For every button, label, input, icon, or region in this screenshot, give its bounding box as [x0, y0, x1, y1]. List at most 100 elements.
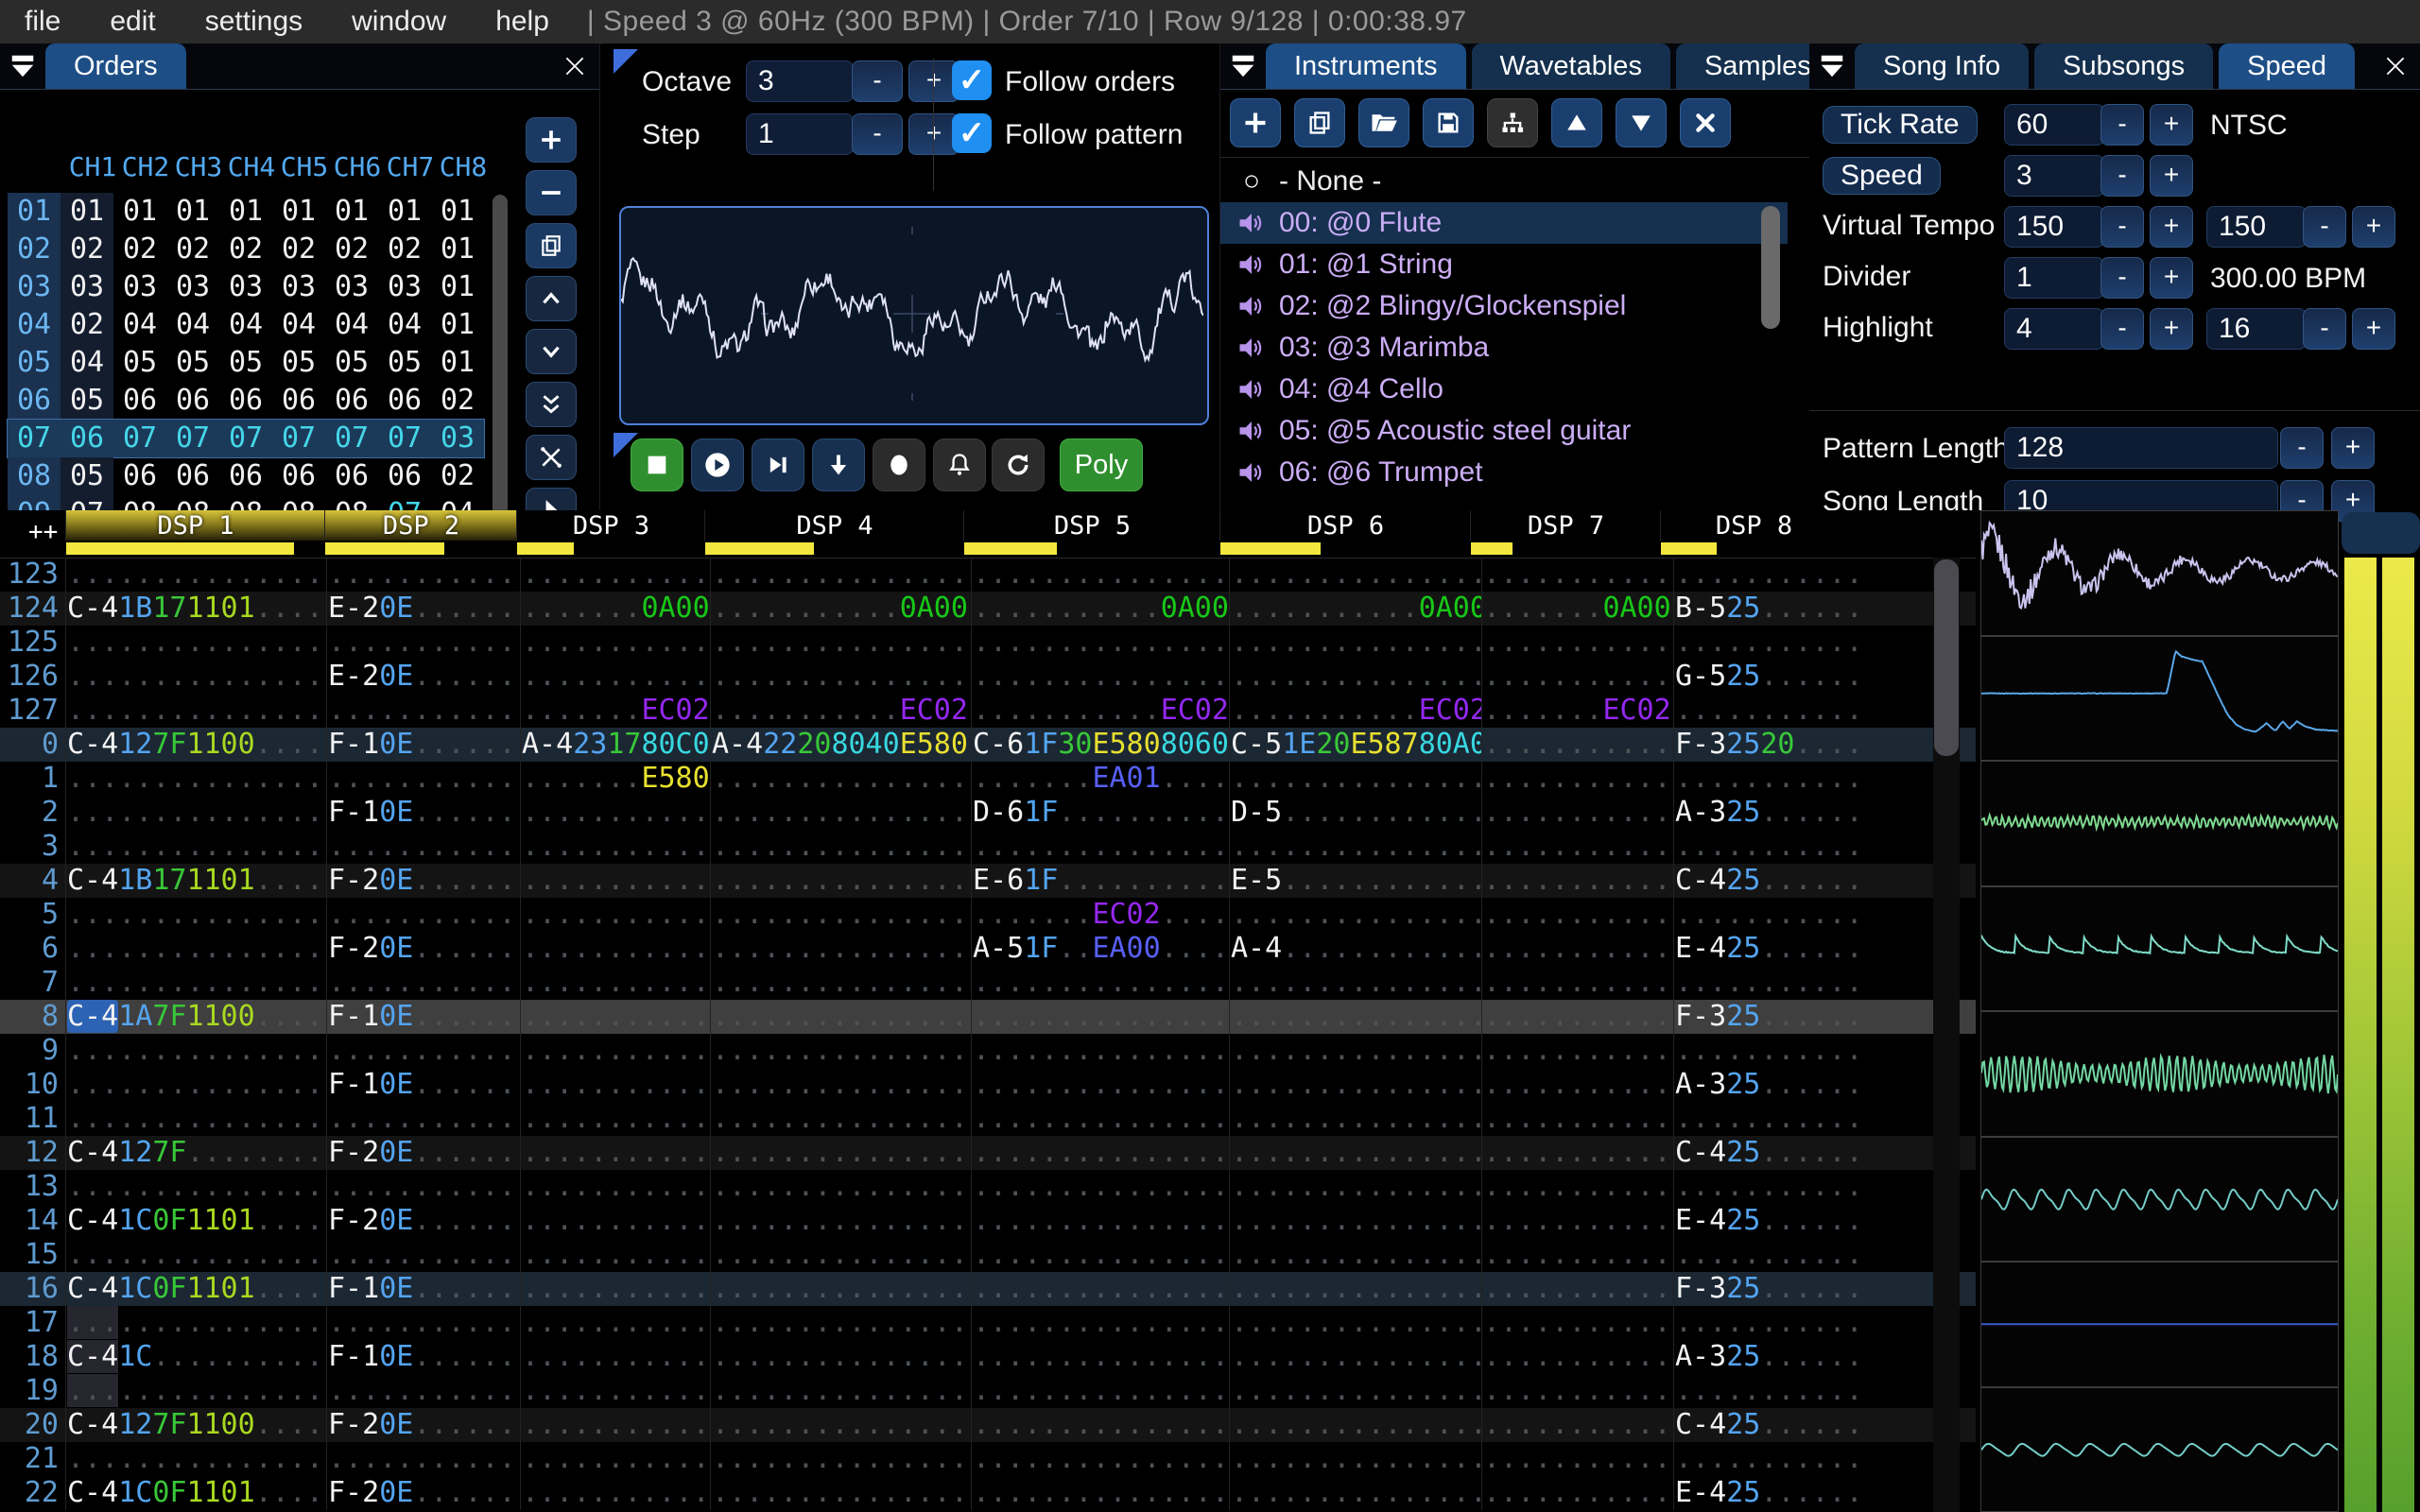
pattern-cell[interactable]: ...........	[520, 1136, 710, 1170]
metronome-bell-icon[interactable]	[933, 438, 986, 491]
divider-minus-button[interactable]: -	[2100, 257, 2144, 299]
pattern-cell[interactable]: C-4127F........	[65, 1136, 326, 1170]
pattern-cell[interactable]: ...............	[710, 1102, 971, 1136]
order-cell[interactable]: 07	[378, 420, 431, 457]
channel-header[interactable]: DSP 2	[324, 510, 517, 541]
pattern-cell[interactable]: C-41B171101....	[65, 864, 326, 898]
pattern-row[interactable]: 20 C-4127F1100.... F-20E..................…	[0, 1408, 1976, 1442]
pattern-row[interactable]: 127.......................... .......EC02…	[0, 694, 1976, 728]
pattern-cell[interactable]: ...............	[971, 1068, 1229, 1102]
virtual-tempo-den-plus-button[interactable]: +	[2352, 206, 2395, 248]
pattern-row[interactable]: 15......................................…	[0, 1238, 1976, 1272]
pattern-row[interactable]: 14 C-41C0F1101.... F-20E..................…	[0, 1204, 1976, 1238]
channel-header[interactable]: DSP 7	[1470, 510, 1661, 541]
pattern-cell[interactable]: ...............	[710, 1306, 971, 1340]
pattern-cell[interactable]: ...........	[520, 1034, 710, 1068]
order-cell[interactable]: 05	[219, 344, 272, 382]
order-change-mode-icon[interactable]	[526, 435, 577, 480]
window-menu-icon[interactable]	[1809, 43, 1855, 89]
order-cell[interactable]: 03	[60, 268, 113, 306]
order-cell[interactable]: 02	[431, 382, 484, 420]
pattern-cell[interactable]: ...............	[971, 1238, 1229, 1272]
octave-value[interactable]: 3	[746, 60, 854, 102]
stop-button[interactable]	[631, 438, 683, 491]
divider-plus-button[interactable]: +	[2150, 257, 2193, 299]
pattern-cell[interactable]: ...........	[1481, 1374, 1673, 1408]
pattern-length-minus-button[interactable]: -	[2280, 427, 2324, 469]
menu-window[interactable]: window	[327, 6, 471, 38]
pattern-cell[interactable]: ...........	[1481, 762, 1673, 796]
pattern-cell[interactable]: ...........	[1481, 558, 1673, 592]
order-cell[interactable]: 02	[166, 231, 219, 268]
pattern-cell[interactable]: ...........	[326, 1102, 520, 1136]
order-cell[interactable]: 03	[219, 268, 272, 306]
order-cell[interactable]: 05	[60, 457, 113, 495]
pattern-cell[interactable]: ...........	[326, 762, 520, 796]
pattern-cell[interactable]: ...............	[710, 932, 971, 966]
order-cell[interactable]: 06	[219, 457, 272, 495]
order-duplicate-end-button[interactable]	[526, 382, 577, 427]
pattern-cell[interactable]: .......0A00	[1481, 592, 1673, 626]
channel-header[interactable]: DSP 4	[704, 510, 964, 541]
highlight-second-plus-button[interactable]: +	[2352, 308, 2395, 350]
order-cell[interactable]: 02	[60, 306, 113, 344]
pattern-cell[interactable]: ...........	[326, 558, 520, 592]
pattern-cell[interactable]: ...............	[710, 1136, 971, 1170]
pattern-cell[interactable]: ...........	[520, 1374, 710, 1408]
pattern-cell[interactable]: A-4231780C0	[520, 728, 710, 762]
channel-header[interactable]: DSP 5	[963, 510, 1220, 541]
pattern-cell[interactable]: ...........	[1673, 626, 1861, 660]
pattern-cell[interactable]: ...........	[520, 796, 710, 830]
order-cell[interactable]: 05	[378, 344, 431, 382]
channel-header[interactable]: DSP 8	[1660, 510, 1847, 541]
orders-scrollbar[interactable]	[493, 195, 508, 522]
pattern-cell[interactable]: ...........	[326, 626, 520, 660]
pattern-cell[interactable]: ...............	[971, 1476, 1229, 1510]
order-row-number[interactable]: 08	[8, 457, 60, 495]
order-cell[interactable]: 07	[219, 420, 272, 457]
pattern-cell[interactable]: ...............	[971, 1374, 1229, 1408]
order-row-number[interactable]: 07	[8, 420, 60, 457]
pattern-cell[interactable]: ...............	[710, 796, 971, 830]
pattern-cell[interactable]: D-5............	[1229, 796, 1481, 830]
pattern-cell[interactable]: ...............	[65, 1442, 326, 1476]
order-cell[interactable]: 06	[325, 382, 378, 420]
pattern-cell[interactable]: F-10E......	[326, 1000, 520, 1034]
pattern-cell[interactable]: F-10E......	[326, 796, 520, 830]
pattern-cell[interactable]: ...........	[520, 1238, 710, 1272]
pattern-cell[interactable]: ...........	[520, 1170, 710, 1204]
pattern-cell[interactable]: ...............	[65, 1238, 326, 1272]
pattern-cell[interactable]: F-20E......	[326, 1408, 520, 1442]
pattern-cell[interactable]: ...........	[1673, 898, 1861, 932]
order-cell[interactable]: 04	[325, 306, 378, 344]
pattern-row[interactable]: 3.......................................…	[0, 830, 1976, 864]
instrument-none-item[interactable]: ○ - None -	[1220, 161, 1788, 202]
order-remove-button[interactable]	[526, 170, 577, 215]
pattern-cell[interactable]: ...........	[1673, 1442, 1861, 1476]
order-cell[interactable]: 06	[219, 382, 272, 420]
pattern-cell[interactable]: F-325......	[1673, 1000, 1861, 1034]
highlight-second-minus-button[interactable]: -	[2303, 308, 2346, 350]
pattern-cell[interactable]: ...........EC02	[710, 694, 971, 728]
pattern-cell[interactable]: ...............	[65, 558, 326, 592]
pattern-cell[interactable]: ...............	[971, 1000, 1229, 1034]
order-row[interactable]: 03 03 03 03 03 03 03 03 01	[8, 268, 484, 306]
order-cell[interactable]: 01	[166, 193, 219, 231]
pattern-row[interactable]: 9.......................................…	[0, 1034, 1976, 1068]
pattern-cell[interactable]: C-4127F1100....	[65, 1408, 326, 1442]
pattern-cell[interactable]: ...........	[1481, 1136, 1673, 1170]
pattern-cell[interactable]: ...............	[65, 1102, 326, 1136]
channel-scope[interactable]	[1980, 761, 2339, 886]
pattern-cell[interactable]: ...........	[1481, 864, 1673, 898]
pattern-cell[interactable]: ...........	[1673, 558, 1861, 592]
pattern-cell[interactable]: ...........	[520, 1476, 710, 1510]
pattern-cell[interactable]: ...............	[710, 1476, 971, 1510]
order-row-number[interactable]: 05	[8, 344, 60, 382]
pattern-cell[interactable]: ...............	[1229, 1272, 1481, 1306]
pattern-row[interactable]: 18 C-41C.......... F-10E..................…	[0, 1340, 1976, 1374]
pattern-cell[interactable]: ...............	[971, 558, 1229, 592]
window-menu-icon[interactable]	[1220, 43, 1266, 89]
pattern-cell[interactable]: ...........	[1481, 1408, 1673, 1442]
speed-value[interactable]: 3	[2004, 155, 2104, 197]
pattern-cell[interactable]: ...............	[971, 1272, 1229, 1306]
